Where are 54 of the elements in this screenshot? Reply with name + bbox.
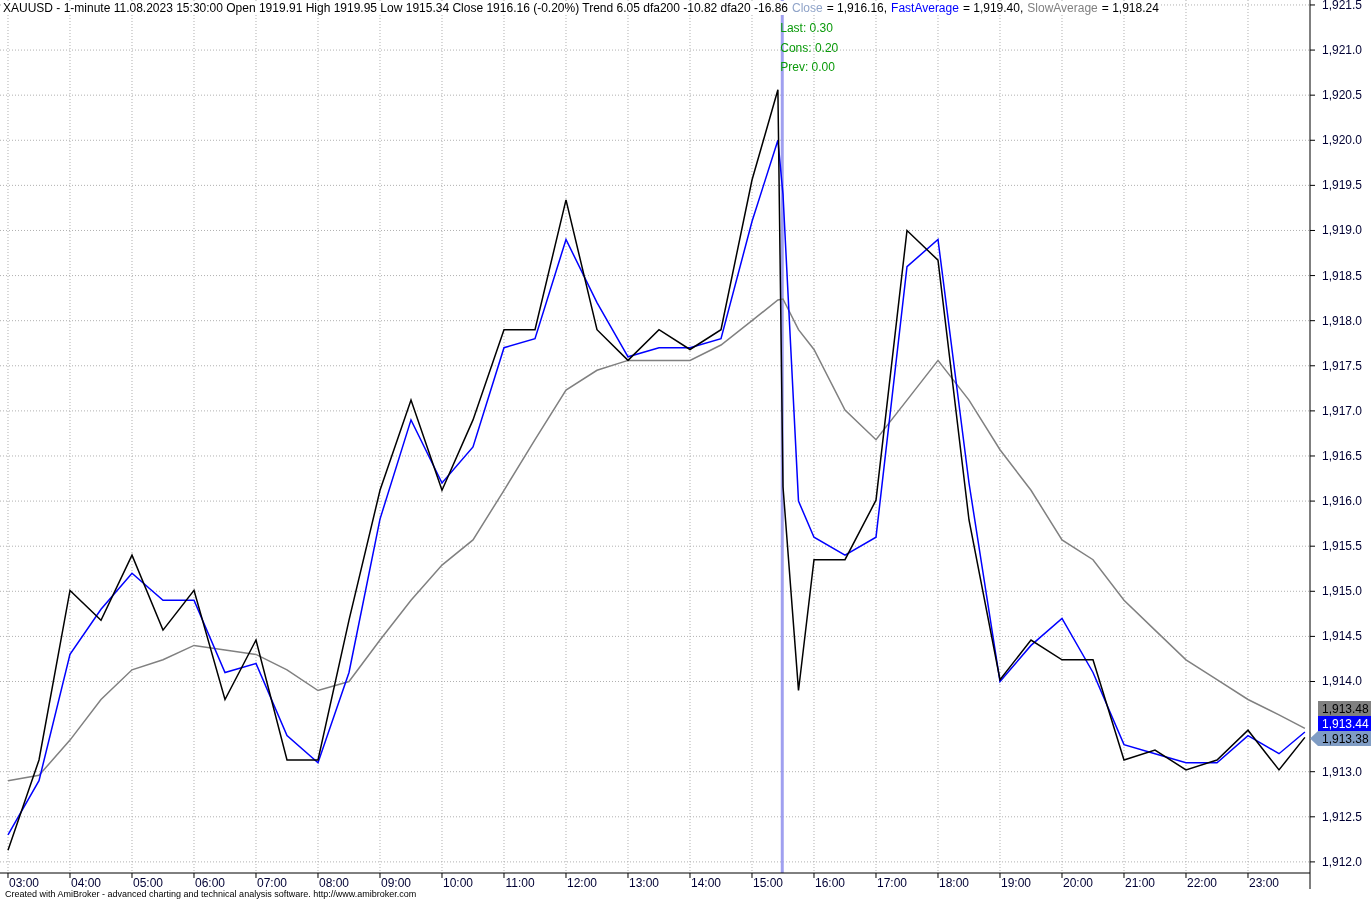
legend-value: = 1,916.16, [826,1,888,15]
y-axis-label: 1,917.5 [1322,358,1363,373]
x-axis-label: 17:00 [877,876,907,889]
y-axis-label: 1,912.0 [1322,854,1363,869]
x-axis-label: 05:00 [133,876,163,889]
chart-title: XAUUSD - 1-minute 11.08.2023 15:30:00 Open 1919.91 High 1919.95 Low 1915.34 Close 1916.16 (-0.20%) Trend 6.05 dfa200 -10.82 dfa20 -16.86 [3,1,788,15]
footer-credit: Created with AmiBroker - advanced charting and technical analysis software. http://www.amibroker.com [4,889,418,899]
y-axis-label: 1,916.0 [1322,494,1363,509]
y-axis-label: 1,915.5 [1322,539,1363,554]
x-axis-label: 07:00 [257,876,287,889]
indicator-label: Cons: 0.20 [780,40,839,55]
legend-name: SlowAverage [1027,1,1098,15]
y-axis-label: 1,915.0 [1322,584,1363,599]
y-axis-label: 1,916.5 [1322,449,1363,463]
x-axis-label: 06:00 [195,876,225,889]
indicator-label: Last: 0.30 [780,21,833,35]
y-axis-label: 1,914.0 [1322,674,1363,689]
x-axis-label: 03:00 [9,876,39,889]
legend-name: FastAverage [891,1,959,15]
x-axis-label: 08:00 [319,876,349,889]
x-axis-label: 14:00 [691,876,721,889]
legend-name: Close [792,1,823,15]
y-axis-label: 1,919.0 [1322,223,1363,238]
x-axis-label: 13:00 [629,876,659,889]
y-axis-label: 1,919.5 [1322,178,1363,193]
x-axis-label: 22:00 [1187,876,1217,889]
price-tag: 1,913.44 [1318,716,1371,731]
x-axis-label: 18:00 [939,876,969,889]
x-axis-label: 20:00 [1063,876,1093,889]
x-axis-label: 10:00 [443,876,473,889]
x-axis-label: 04:00 [71,876,101,889]
x-axis-label: 15:00 [753,876,783,889]
y-axis-label: 1,912.5 [1322,809,1363,824]
x-axis-label: 21:00 [1125,876,1155,889]
y-axis-label: 1,921.0 [1322,43,1363,58]
price-tag: 1,913.38 [1310,731,1371,746]
x-axis-label: 12:00 [567,876,597,889]
x-axis-label: 23:00 [1249,876,1279,889]
y-axis-label: 1,917.0 [1322,403,1363,418]
price-tag: 1,913.48 [1318,701,1371,716]
y-axis-label: 1,920.5 [1322,88,1363,103]
x-axis-label: 09:00 [381,876,411,889]
y-axis-label: 1,921.5 [1322,0,1363,12]
x-axis-label: 16:00 [815,876,845,889]
y-axis-label: 1,918.0 [1322,313,1363,328]
y-axis-label: 1,918.5 [1322,268,1363,283]
legend-value: = 1,919.40, [962,1,1024,15]
indicator-label: Prev: 0.00 [780,60,835,74]
y-axis-label: 1,913.0 [1322,764,1363,779]
legend-value: = 1,918.24 [1101,1,1159,15]
x-axis-label: 19:00 [1001,876,1031,889]
y-axis-label: 1,920.0 [1322,133,1363,148]
y-axis-label: 1,914.5 [1322,629,1363,644]
x-axis-label: 11:00 [505,876,535,889]
